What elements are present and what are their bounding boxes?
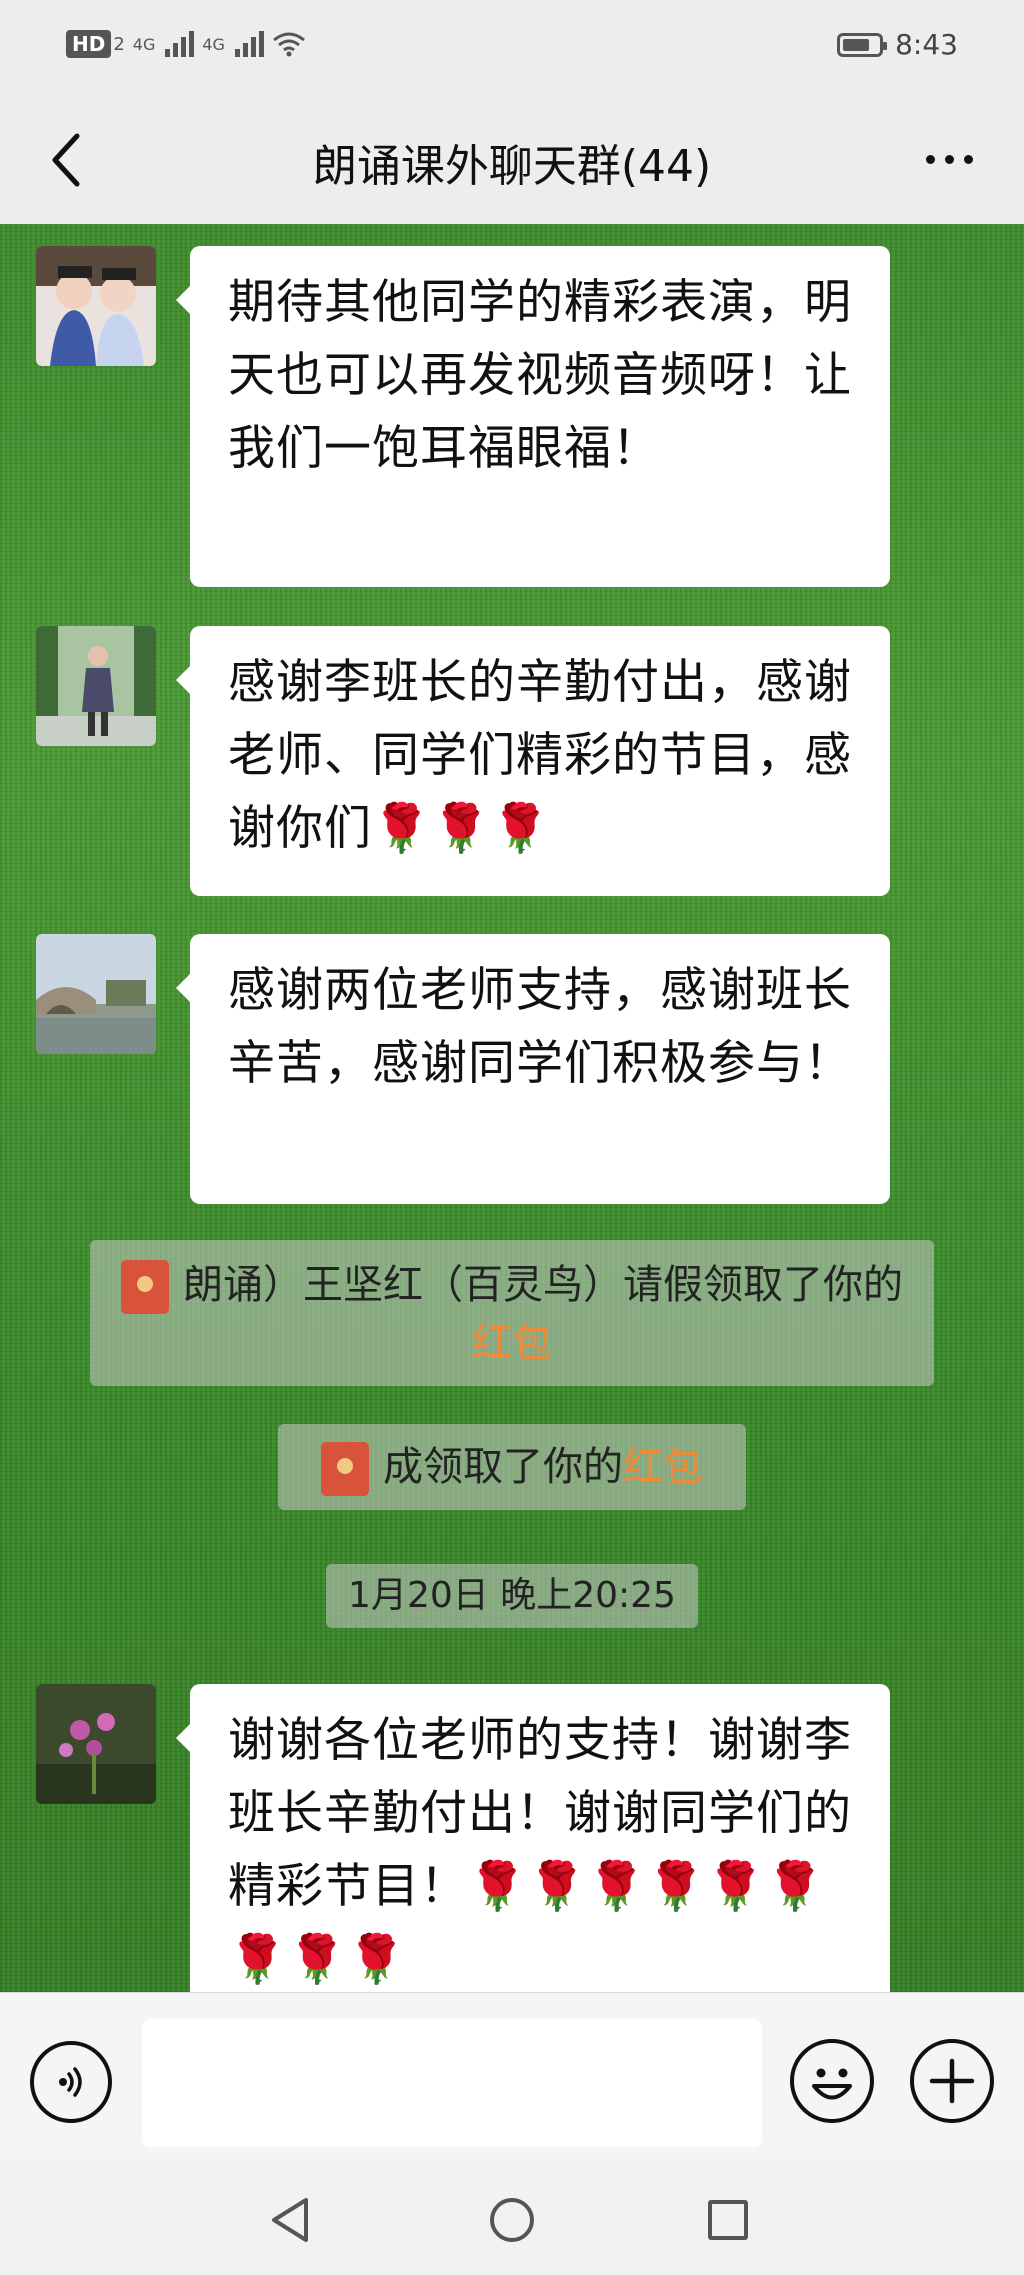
page-title: 朗诵课外聊天群(44) [312,141,712,192]
voice-button[interactable] [30,2041,112,2123]
plus-icon [929,2058,975,2104]
chat-header: 朗诵课外聊天群(44) [0,100,1024,225]
avatar[interactable] [36,246,156,366]
message-text: 感谢两位老师支持，感谢班长辛苦，感谢同学们积极参与！ [228,963,852,1091]
avatar[interactable] [36,626,156,746]
system-notice-text: 成领取了你的 [383,1444,623,1490]
red-packet-link[interactable]: 红包 [472,1320,552,1366]
status-left-indicators: HD 2 4G 4G [66,30,306,58]
system-notice: 成领取了你的红包 [278,1424,746,1510]
voice-icon [59,2067,82,2097]
hd-badge: HD [66,30,112,58]
status-bar: HD 2 4G 4G 8:43 [0,0,1024,100]
rose-emoji-group: 🌹🌹🌹 [372,801,551,856]
plus-button[interactable] [910,2039,994,2123]
red-packet-icon [121,1260,169,1314]
more-button[interactable] [914,134,984,184]
clock: 8:43 [895,28,958,61]
message-text: 期待其他同学的精彩表演，明天也可以再发视频音频呀！让我们一饱耳福眼福！ [228,275,852,476]
signal-icon-2 [234,31,264,57]
red-packet-icon [321,1442,369,1496]
message-bubble[interactable]: 谢谢各位老师的支持！谢谢李班长辛勤付出！谢谢同学们的精彩节目！🌹🌹🌹🌹🌹🌹🌹🌹🌹 [176,1684,890,1992]
input-bar [0,1992,1024,2161]
sim-index: 2 [113,33,125,55]
message-bubble[interactable]: 感谢两位老师支持，感谢班长辛苦，感谢同学们积极参与！ [176,934,890,1204]
avatar-opera-icon [36,246,156,366]
emoji-button[interactable] [790,2039,874,2123]
avatar-bridge-icon [36,934,156,1054]
wifi-icon [273,32,305,57]
system-notice: 朗诵）王坚红（百灵鸟）请假领取了你的红包 [90,1240,934,1386]
message-input[interactable] [142,2019,762,2147]
signal-icon [165,31,195,57]
message-bubble[interactable]: 期待其他同学的精彩表演，明天也可以再发视频音频呀！让我们一饱耳福眼福！ [176,246,890,587]
nav-recent-apps-icon[interactable] [708,2200,748,2240]
avatar[interactable] [36,934,156,1054]
message-bubble[interactable]: 感谢李班长的辛勤付出，感谢老师、同学们精彩的节目，感谢你们🌹🌹🌹 [176,626,890,896]
avatar-person-icon [36,626,156,746]
network-type-2: 4G [202,34,225,54]
more-dots-icon [925,154,935,164]
system-navigation-bar [0,2160,1024,2275]
avatar-flower-icon [36,1684,156,1804]
battery-icon [837,32,888,57]
red-packet-link[interactable]: 红包 [623,1444,703,1490]
nav-home-icon[interactable] [490,2198,534,2242]
emoji-icon [812,2068,852,2100]
nav-back-icon[interactable] [268,2196,312,2244]
timestamp: 1月20日 晚上20:25 [326,1564,698,1628]
network-type-1: 4G [132,34,156,54]
system-notice-text: 朗诵）王坚红（百灵鸟）请假领取了你的 [183,1262,903,1308]
avatar[interactable] [36,1684,156,1804]
chat-area[interactable]: 期待其他同学的精彩表演，明天也可以再发视频音频呀！让我们一饱耳福眼福！ 感谢李班… [0,224,1024,1992]
status-right-indicators: 8:43 [837,28,958,61]
